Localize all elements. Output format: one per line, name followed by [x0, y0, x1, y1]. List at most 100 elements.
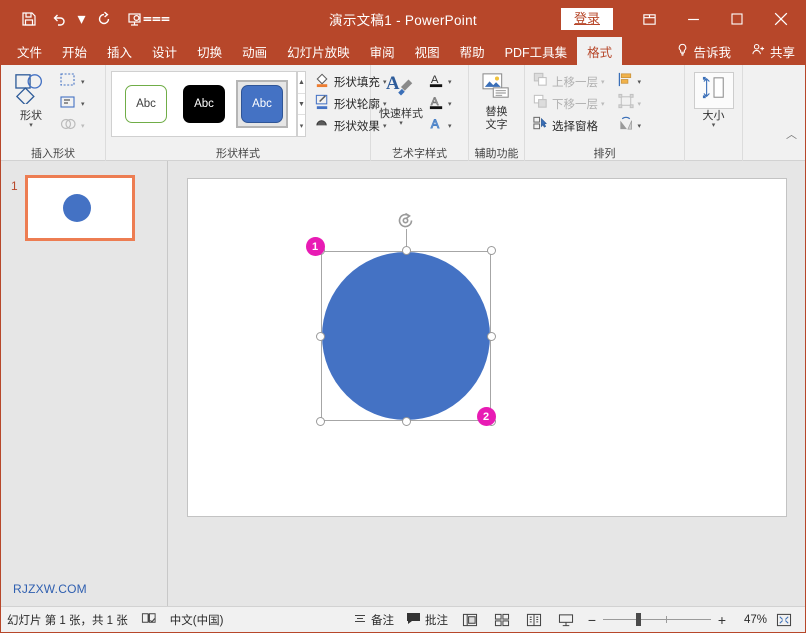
resize-handle-top-center[interactable] — [402, 246, 411, 255]
zoom-level-label[interactable]: 47% — [733, 614, 767, 626]
wordart-quick-styles-button[interactable]: A 快速样式 ▾ — [376, 69, 426, 127]
size-dropdown-icon[interactable]: ▾ — [712, 123, 716, 129]
shapes-button[interactable]: 形状 ▾ — [6, 69, 56, 129]
lightbulb-icon — [676, 43, 689, 59]
selection-pane-icon — [532, 115, 549, 137]
gallery-more-icon[interactable]: ▾ — [298, 115, 305, 136]
tab-help[interactable]: 帮助 — [450, 37, 495, 65]
size-group-label — [685, 145, 742, 161]
comment-icon — [406, 612, 421, 628]
comments-button[interactable]: 批注 — [401, 609, 453, 631]
resize-handle-bottom-left[interactable] — [316, 417, 325, 426]
language-label[interactable]: 中文(中国) — [170, 612, 224, 628]
shape-style-option-3-selected[interactable]: Abc — [236, 80, 288, 128]
tab-design[interactable]: 设计 — [142, 37, 187, 65]
gallery-scroll-up-icon[interactable]: ▲ — [298, 72, 305, 94]
redo-icon[interactable] — [90, 6, 118, 32]
text-outline-button[interactable]: A ▾ — [426, 93, 454, 115]
shape-style-option-1[interactable]: Abc — [120, 80, 172, 128]
share-person-icon — [751, 43, 766, 59]
edit-shape-caret-icon[interactable]: ▾ — [81, 78, 85, 86]
group-icon — [617, 93, 635, 115]
fit-to-window-icon[interactable] — [769, 609, 799, 631]
shape-styles-gallery[interactable]: Abc Abc Abc — [111, 71, 297, 137]
workspace: 1 RJZXW.COM — [1, 161, 805, 606]
tab-format[interactable]: 格式 — [577, 37, 622, 65]
bring-forward-caret-icon: ▾ — [601, 78, 605, 86]
text-box-caret-icon[interactable]: ▾ — [81, 100, 85, 108]
ribbon-display-options-icon[interactable] — [627, 1, 671, 37]
zoom-in-button[interactable]: + — [713, 612, 731, 628]
edit-shape-button[interactable]: ▾ — [56, 71, 87, 93]
resize-handle-bottom-center[interactable] — [402, 417, 411, 426]
align-button[interactable]: ▾ — [615, 71, 644, 93]
slide-thumbnail-1[interactable] — [25, 175, 135, 241]
sign-in-button[interactable]: 登录 — [561, 8, 613, 30]
customize-qat-icon[interactable]: ⩶ — [150, 6, 163, 32]
tab-transitions[interactable]: 切换 — [187, 37, 232, 65]
text-effects-button[interactable]: A ▾ — [426, 115, 454, 137]
tab-review[interactable]: 审阅 — [360, 37, 405, 65]
share-button[interactable]: 共享 — [741, 37, 805, 65]
collapse-ribbon-button[interactable]: ︿ — [786, 126, 797, 142]
wordart-quick-styles-dropdown-icon[interactable]: ▾ — [399, 121, 403, 127]
resize-handle-top-right[interactable] — [487, 246, 496, 255]
text-outline-icon: A — [428, 93, 445, 116]
undo-dropdown-icon[interactable]: ▾ — [75, 6, 88, 32]
powerpoint-window: ▾ ⩶ 演示文稿1 - PowerPoint 登录 — [0, 0, 806, 633]
shape-style-option-2[interactable]: Abc — [178, 80, 230, 128]
gallery-scroll-down-icon[interactable]: ▼ — [298, 94, 305, 116]
tell-me-button[interactable]: 告诉我 — [666, 37, 741, 65]
spellcheck-icon[interactable] — [141, 611, 157, 628]
slide-canvas[interactable]: 1 2 — [187, 178, 787, 517]
align-icon — [617, 71, 635, 93]
shape-style-thumb-label: Abc — [183, 85, 225, 123]
resize-handle-middle-left[interactable] — [316, 332, 325, 341]
notes-button[interactable]: 备注 — [348, 609, 399, 631]
zoom-slider[interactable] — [603, 609, 711, 631]
reading-view-button[interactable] — [519, 609, 549, 631]
text-fill-caret-icon[interactable]: ▾ — [448, 78, 452, 86]
svg-text:A: A — [431, 116, 440, 130]
selection-frame — [321, 251, 491, 421]
slide-canvas-pane[interactable]: 1 2 — [168, 161, 805, 606]
size-button[interactable]: 大小 ▾ — [690, 69, 737, 129]
ribbon-group-arrange: 上移一层 ▾ 下移一层 ▾ — [525, 65, 685, 161]
tab-pdf-tools[interactable]: PDF工具集 — [495, 37, 578, 65]
tab-file[interactable]: 文件 — [7, 37, 52, 65]
text-box-button[interactable]: ▾ — [56, 93, 87, 115]
tab-view[interactable]: 视图 — [405, 37, 450, 65]
rotation-handle-icon[interactable] — [395, 211, 417, 236]
tab-animations[interactable]: 动画 — [232, 37, 277, 65]
bring-forward-icon — [532, 71, 549, 93]
title-bar-right: 登录 — [561, 1, 805, 37]
rotate-caret-icon[interactable]: ▾ — [638, 122, 642, 130]
selection-pane-button[interactable]: 选择窗格 — [530, 115, 607, 137]
selected-shape-container[interactable]: 1 2 — [321, 251, 491, 421]
minimize-icon[interactable] — [671, 1, 715, 37]
tab-home[interactable]: 开始 — [52, 37, 97, 65]
slideshow-view-button[interactable] — [551, 609, 581, 631]
save-icon[interactable] — [15, 6, 43, 32]
maximize-icon[interactable] — [715, 1, 759, 37]
shape-style-thumb-label: Abc — [125, 85, 167, 123]
resize-handle-middle-right[interactable] — [487, 332, 496, 341]
tab-insert[interactable]: 插入 — [97, 37, 142, 65]
status-bar-right: 备注 批注 — [348, 609, 805, 631]
text-outline-caret-icon[interactable]: ▾ — [448, 100, 452, 108]
text-fill-button[interactable]: A ▾ — [426, 71, 454, 93]
align-caret-icon[interactable]: ▾ — [638, 78, 642, 86]
zoom-slider-handle[interactable] — [636, 613, 641, 626]
text-effects-caret-icon[interactable]: ▾ — [448, 122, 452, 130]
accessibility-group-label: 辅助功能 — [469, 145, 524, 161]
close-icon[interactable] — [759, 1, 803, 37]
slide-sorter-view-button[interactable] — [487, 609, 517, 631]
normal-view-button[interactable] — [455, 609, 485, 631]
undo-icon[interactable] — [45, 6, 73, 32]
alt-text-button[interactable]: 替换 文字 — [474, 69, 519, 131]
shapes-dropdown-icon[interactable]: ▾ — [29, 123, 33, 129]
tab-slideshow[interactable]: 幻灯片放映 — [277, 37, 360, 65]
text-box-icon — [58, 93, 78, 116]
rotate-button[interactable]: ▾ — [615, 115, 644, 137]
zoom-out-button[interactable]: − — [583, 612, 601, 628]
